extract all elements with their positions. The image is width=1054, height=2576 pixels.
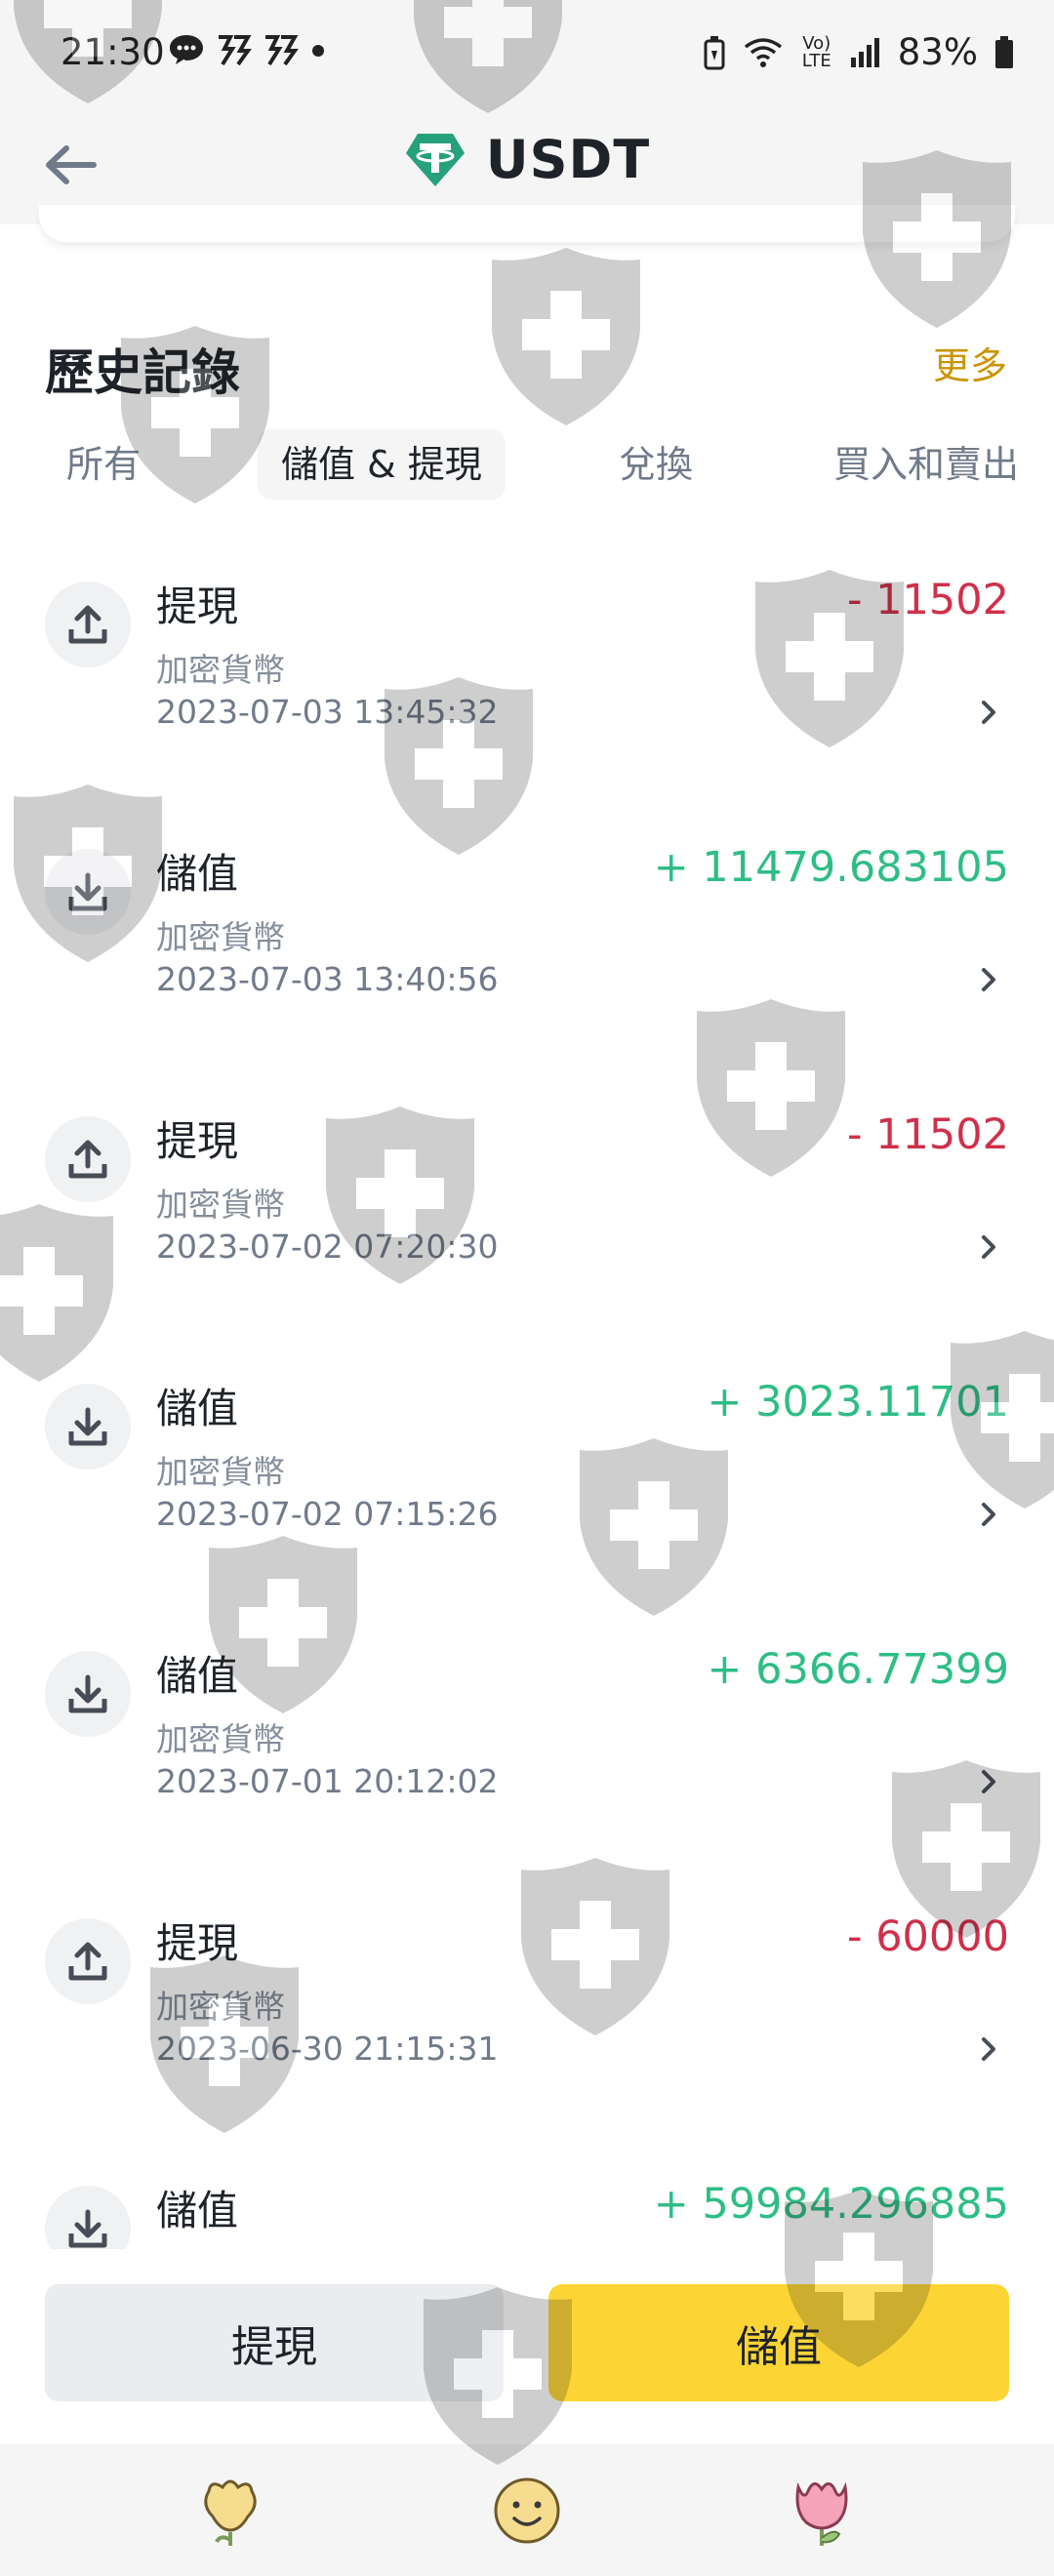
chevron-right-icon [982,701,995,724]
transaction-amount: - 60000 [847,1912,1009,1961]
transaction-time: 2023-07-02 07:20:30 [156,1228,499,1266]
tab-convert[interactable]: 兌換 [619,429,693,500]
transaction-category: 加密貨幣 [156,1186,285,1224]
wifi-icon [744,37,782,67]
notification-icon [219,35,252,66]
transaction-amount: + 59984.296885 [653,2180,1009,2229]
transaction-list: 提現 加密貨幣 2023-07-03 13:45:32 - 11502 儲值 加… [0,546,1054,2249]
transaction-type: 儲值 [156,850,239,898]
tab-buy-sell[interactable]: 買入和賣出 [833,429,1019,500]
deposit-icon [45,1384,131,1469]
transaction-amount: - 11502 [847,1110,1009,1159]
tab-all[interactable]: 所有 [66,429,141,500]
notification-icon [265,35,299,66]
tab-deposit-withdraw[interactable]: 儲值 & 提現 [258,429,506,500]
transaction-type: 儲值 [156,2187,239,2234]
transaction-amount: + 3023.11701 [707,1378,1009,1427]
transaction-time: 2023-07-03 13:45:32 [156,693,499,731]
balance-card-edge [39,205,1015,242]
chat-icon [170,35,203,64]
transaction-type: 儲值 [156,1385,239,1432]
page-title: USDT [485,129,651,190]
tulip-icon[interactable] [783,2472,861,2550]
battery-percent: 83% [897,31,978,73]
transaction-category: 加密貨幣 [156,1720,285,1758]
transaction-type: 提現 [156,583,239,630]
transaction-time: 2023-07-01 20:12:02 [156,1762,499,1800]
transaction-row[interactable]: 提現 加密貨幣 2023-07-03 13:45:32 - 11502 [0,546,1054,814]
signal-icon [850,37,879,67]
flower-icon[interactable] [191,2472,269,2550]
withdraw-icon [45,582,131,667]
watermark-shield-icon [492,248,640,425]
network-label: Vo) LTE [801,32,831,71]
chevron-right-icon [982,2037,995,2061]
tether-icon [405,133,465,186]
system-nav-bar [0,2444,1054,2576]
chevron-right-icon [982,1503,995,1526]
transaction-category: 加密貨幣 [156,651,285,689]
transaction-row[interactable]: 提現 加密貨幣 2023-07-02 07:20:30 - 11502 [0,1081,1054,1348]
dot-icon [312,45,324,57]
withdraw-icon [45,1918,131,2004]
transaction-category: 加密貨幣 [156,1453,285,1491]
smiley-icon[interactable] [488,2472,566,2550]
transaction-row[interactable]: 儲值 + 59984.296885 [0,2151,1054,2249]
transaction-row[interactable]: 儲值 加密貨幣 2023-07-03 13:40:56 + 11479.6831… [0,814,1054,1081]
transaction-amount: + 6366.77399 [707,1645,1009,1694]
chevron-right-icon [982,1235,995,1259]
chevron-right-icon [982,968,995,991]
withdraw-button[interactable]: 提現 [45,2284,504,2401]
transaction-time: 2023-07-02 07:15:26 [156,1495,499,1533]
deposit-icon [45,2186,131,2249]
deposit-icon [45,849,131,935]
battery-saver-icon [704,35,725,69]
transaction-type: 提現 [156,1117,239,1165]
transaction-amount: + 11479.683105 [653,843,1009,892]
status-bar: 21:30 Vo) LTE 83% [0,0,1054,107]
bottom-actions: 提現 儲值 [0,2249,1054,2444]
history-tabs: 所有 儲值 & 提現 兌換 買入和賣出 [45,429,1054,500]
transaction-category: 加密貨幣 [156,918,285,956]
transaction-row[interactable]: 儲值 加密貨幣 2023-07-01 20:12:02 + 6366.77399 [0,1616,1054,1883]
transaction-type: 儲值 [156,1652,239,1700]
chevron-right-icon [982,1770,995,1793]
more-link[interactable]: 更多 [933,336,1007,389]
transaction-time: 2023-06-30 21:15:31 [156,2030,499,2068]
transaction-type: 提現 [156,1919,239,1967]
status-notification-icons [168,33,328,66]
header-title-group: USDT [0,129,1054,190]
deposit-icon [45,1651,131,1737]
transaction-row[interactable]: 提現 加密貨幣 2023-06-30 21:15:31 - 60000 [0,1883,1054,2151]
deposit-button[interactable]: 儲值 [548,2284,1009,2401]
transaction-amount: - 11502 [847,576,1009,624]
status-right-icons: Vo) LTE 83% [703,31,1015,73]
battery-icon [995,35,1013,68]
transaction-category: 加密貨幣 [156,1988,285,2026]
history-title: 歷史記錄 [45,344,240,401]
transaction-time: 2023-07-03 13:40:56 [156,960,499,998]
transaction-row[interactable]: 儲值 加密貨幣 2023-07-02 07:15:26 + 3023.11701 [0,1348,1054,1616]
status-time: 21:30 [61,31,165,73]
withdraw-icon [45,1116,131,1202]
